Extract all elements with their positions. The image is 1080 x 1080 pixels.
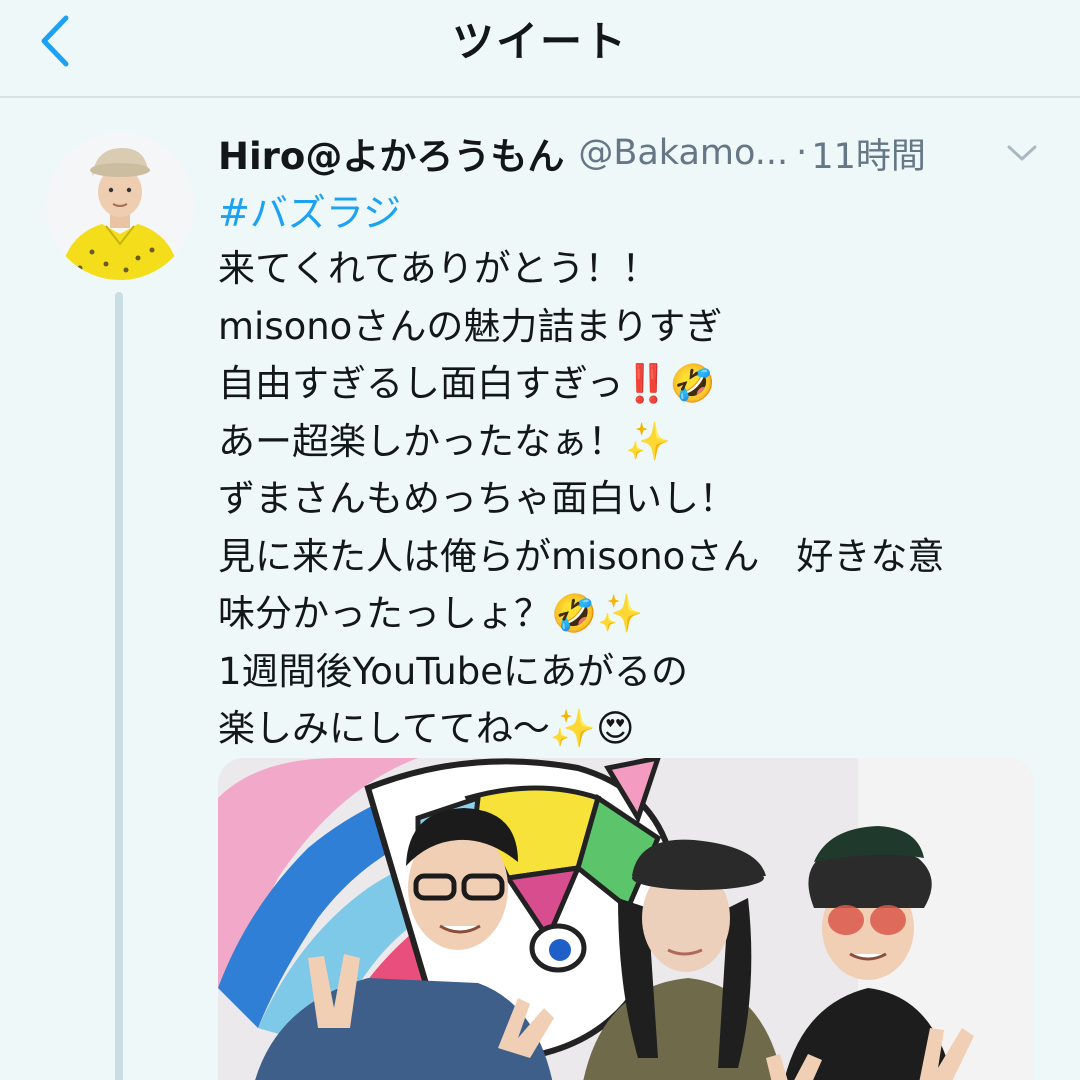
avatar[interactable] bbox=[46, 132, 194, 280]
photo-image bbox=[218, 758, 1034, 1080]
tweet-header: Hiro@よかろうもん @Bakamo... · 11時間 bbox=[218, 126, 1048, 182]
tweet-line: 1週間後YouTubeにあがるの bbox=[218, 649, 688, 693]
tweet-line: あー超楽しかったなぁ！✨ bbox=[218, 419, 672, 463]
page-title: ツイート bbox=[451, 17, 628, 66]
thread-line bbox=[115, 292, 123, 1080]
tweet-line: misonoさんの魅力詰まりすぎ bbox=[218, 304, 723, 348]
tweet-line: 味分かったっしょ？🤣✨ bbox=[218, 592, 644, 635]
tweet-line: 自由すぎるし面白すぎっ‼️🤣 bbox=[218, 362, 716, 405]
navigation-bar: ツイート bbox=[0, 0, 1080, 98]
tweet-line: 楽しみにしててね〜✨😍 bbox=[218, 707, 635, 750]
tweet-options-button[interactable] bbox=[1004, 140, 1040, 166]
display-name[interactable]: Hiro@よかろうもん bbox=[218, 135, 564, 178]
tweet-timestamp[interactable]: 11時間 bbox=[811, 137, 926, 177]
tweet-screen: ツイート Hiro@よかろうもん @Bakamo... · 11時間 #バズラジ… bbox=[0, 0, 1080, 1080]
chevron-down-icon bbox=[1007, 145, 1037, 161]
separator-dot: · bbox=[796, 133, 808, 173]
tweet-text: 来てくれてありがとう！！ misonoさんの魅力詰まりすぎ 自由すぎるし面白すぎ… bbox=[218, 240, 1048, 758]
tweet-photo[interactable] bbox=[218, 758, 1034, 1080]
tweet-line: 来てくれてありがとう！！ bbox=[218, 247, 659, 290]
hashtag-link[interactable]: #バズラジ bbox=[218, 182, 401, 237]
tweet-line: 見に来た人は俺らがmisonoさん 好きな意 bbox=[218, 534, 945, 578]
tweet-line: ずまさんもめっちゃ面白いし！ bbox=[218, 477, 736, 520]
avatar-image bbox=[46, 132, 194, 280]
user-handle[interactable]: @Bakamo... bbox=[578, 133, 788, 173]
